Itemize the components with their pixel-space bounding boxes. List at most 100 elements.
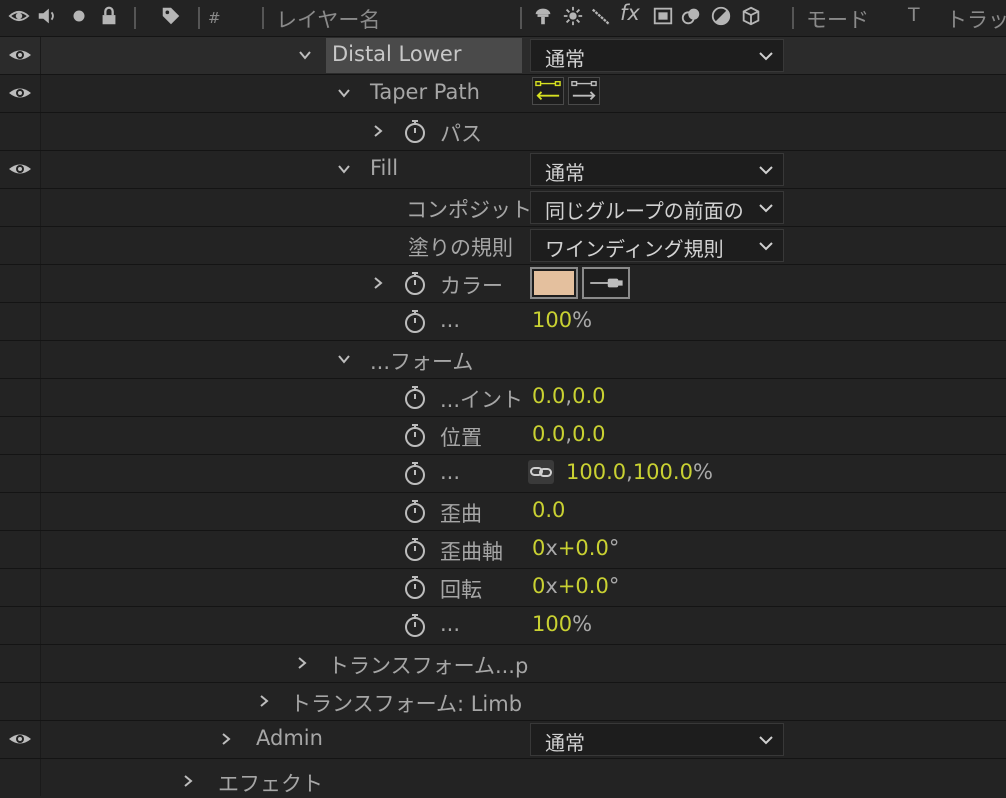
property-row-color[interactable]: カラー xyxy=(0,265,1006,303)
value-x[interactable]: 100.0 xyxy=(566,460,626,484)
property-row-scale[interactable]: ... 100.0,100.0% xyxy=(0,455,1006,493)
expand-chevron-down-icon[interactable] xyxy=(336,351,352,367)
stopwatch-icon[interactable] xyxy=(402,270,428,296)
expand-chevron-right-icon[interactable] xyxy=(256,693,272,709)
value-degrees[interactable]: +0.0 xyxy=(558,574,609,598)
visibility-eye-icon[interactable] xyxy=(8,730,32,748)
stopwatch-icon[interactable] xyxy=(402,612,428,638)
expand-chevron-down-icon[interactable] xyxy=(297,47,313,63)
stopwatch-icon[interactable] xyxy=(402,536,428,562)
group-row-admin[interactable]: Admin 通常 xyxy=(0,721,1006,759)
property-row-skew-axis[interactable]: 歪曲軸 0x+0.0° xyxy=(0,531,1006,569)
stopwatch-icon[interactable] xyxy=(402,498,428,524)
value-y[interactable]: 0.0 xyxy=(572,384,605,408)
value-degrees[interactable]: +0.0 xyxy=(558,536,609,560)
constrain-proportions-link-icon[interactable] xyxy=(528,460,554,484)
value-x[interactable]: 0.0 xyxy=(532,384,565,408)
layer-property-list: Distal Lower 通常 Taper Path パス Fill 通常 コン… xyxy=(0,37,1006,796)
property-value[interactable]: 0.0,0.0 xyxy=(532,422,606,446)
stopwatch-icon[interactable] xyxy=(402,308,428,334)
property-row-position[interactable]: 位置 0.0,0.0 xyxy=(0,417,1006,455)
group-row-transform-collapsed[interactable]: トランスフォーム...p xyxy=(0,645,1006,683)
group-row-transform-limb[interactable]: トランスフォーム: Limb xyxy=(0,683,1006,721)
track-matte-t-header[interactable]: T xyxy=(908,4,920,26)
property-value[interactable]: 0.0 xyxy=(532,498,565,522)
group-row-transform[interactable]: ...フォーム xyxy=(0,341,1006,379)
expand-chevron-down-icon[interactable] xyxy=(336,161,352,177)
value-number[interactable]: 100 xyxy=(532,308,572,332)
layer-name-header[interactable]: レイヤー名 xyxy=(276,4,380,34)
property-row-opacity[interactable]: ... 100% xyxy=(0,303,1006,341)
value-revolutions[interactable]: 0 xyxy=(532,574,545,598)
value-revolutions[interactable]: 0 xyxy=(532,536,545,560)
column-divider xyxy=(40,417,41,454)
adjustment-layer-icon[interactable] xyxy=(710,5,732,27)
property-value[interactable]: 100% xyxy=(532,308,592,332)
property-row-rotation[interactable]: 回転 0x+0.0° xyxy=(0,569,1006,607)
frame-blend-film-icon[interactable] xyxy=(652,5,674,27)
property-row-skew[interactable]: 歪曲 0.0 xyxy=(0,493,1006,531)
group-label: トランスフォーム: Limb xyxy=(290,692,523,716)
dropdown-value: 通常 xyxy=(545,731,585,755)
property-label: 位置 xyxy=(440,426,482,450)
composite-dropdown[interactable]: 同じグループの前面の xyxy=(530,191,784,224)
path-direction-reverse-icon[interactable] xyxy=(532,77,564,105)
property-row-composite[interactable]: コンポジット 同じグループの前面の xyxy=(0,189,1006,227)
effects-fx-label[interactable]: fx xyxy=(620,1,640,25)
quality-slash-icon[interactable] xyxy=(590,5,612,27)
mode-header[interactable]: モード xyxy=(806,4,869,34)
selected-name-field[interactable]: Distal Lower xyxy=(326,38,522,73)
group-row-taper-path[interactable]: Taper Path xyxy=(0,75,1006,113)
stopwatch-icon[interactable] xyxy=(402,460,428,486)
label-tag-icon[interactable] xyxy=(160,5,182,27)
blend-mode-dropdown[interactable]: 通常 xyxy=(530,723,784,756)
property-value[interactable]: 0x+0.0° xyxy=(532,536,619,560)
property-row-fill-rule[interactable]: 塗りの規則 ワインディング規則 xyxy=(0,227,1006,265)
3d-layer-cube-icon[interactable] xyxy=(740,5,762,27)
collapse-sun-icon[interactable] xyxy=(562,5,584,27)
lock-icon[interactable] xyxy=(98,5,120,27)
column-divider xyxy=(40,645,41,682)
stopwatch-icon[interactable] xyxy=(402,384,428,410)
color-swatch[interactable] xyxy=(530,267,578,299)
property-value[interactable]: 0.0,0.0 xyxy=(532,384,606,408)
stopwatch-icon[interactable] xyxy=(402,574,428,600)
expand-chevron-right-icon[interactable] xyxy=(294,655,310,671)
visibility-eye-icon[interactable] xyxy=(8,160,32,178)
motion-blur-icon[interactable] xyxy=(680,5,702,27)
blend-mode-dropdown[interactable]: 通常 xyxy=(530,153,784,186)
stopwatch-icon[interactable] xyxy=(402,118,428,144)
expand-chevron-right-icon[interactable] xyxy=(370,123,386,139)
value-y[interactable]: 0.0 xyxy=(572,422,605,446)
solo-dot-icon[interactable] xyxy=(68,5,90,27)
value-number[interactable]: 100 xyxy=(532,612,572,636)
expand-chevron-down-icon[interactable] xyxy=(336,85,352,101)
expand-chevron-right-icon[interactable] xyxy=(180,773,196,789)
property-row-path[interactable]: パス xyxy=(0,113,1006,151)
group-row-fill[interactable]: Fill 通常 xyxy=(0,151,1006,189)
path-direction-forward-icon[interactable] xyxy=(568,77,600,105)
layer-number-header: # xyxy=(208,9,221,27)
property-row-opacity[interactable]: ... 100% xyxy=(0,607,1006,645)
property-value[interactable]: 100.0,100.0% xyxy=(566,460,713,484)
expand-chevron-right-icon[interactable] xyxy=(218,731,234,747)
chevron-down-icon xyxy=(759,240,773,252)
expand-chevron-right-icon[interactable] xyxy=(370,275,386,291)
property-row-anchor-point[interactable]: ...イント 0.0,0.0 xyxy=(0,379,1006,417)
stopwatch-icon[interactable] xyxy=(402,422,428,448)
value-x[interactable]: 0.0 xyxy=(532,422,565,446)
eyedropper-icon[interactable] xyxy=(582,267,630,299)
property-value[interactable]: 0x+0.0° xyxy=(532,574,619,598)
audio-speaker-icon[interactable] xyxy=(36,5,58,27)
property-value[interactable]: 100% xyxy=(532,612,592,636)
fill-rule-dropdown[interactable]: ワインディング規則 xyxy=(530,229,784,262)
group-row-effects[interactable]: エフェクト xyxy=(0,759,1006,796)
track-matte-header[interactable]: トラッ xyxy=(946,4,1006,34)
shy-icon[interactable] xyxy=(532,5,554,27)
visibility-eye-icon[interactable] xyxy=(8,84,32,102)
video-eye-icon[interactable] xyxy=(8,5,30,27)
value-y[interactable]: 100.0 xyxy=(633,460,693,484)
group-row-distal-lower[interactable]: Distal Lower 通常 xyxy=(0,37,1006,75)
visibility-eye-icon[interactable] xyxy=(8,46,32,64)
blend-mode-dropdown[interactable]: 通常 xyxy=(530,39,784,72)
